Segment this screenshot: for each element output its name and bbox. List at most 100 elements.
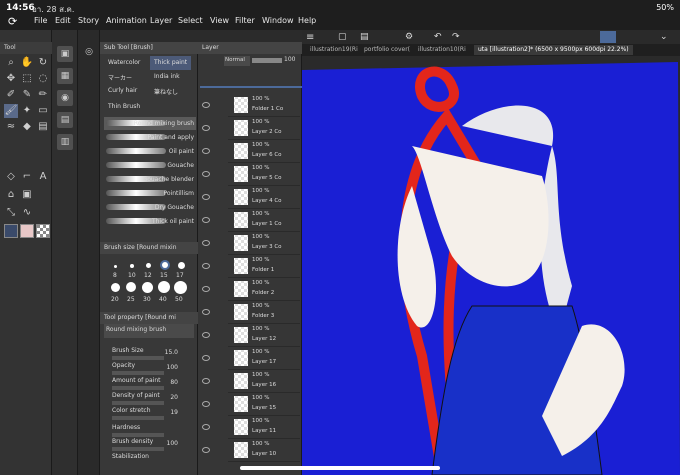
prop-color-stretch[interactable]: Color stretch 19 bbox=[112, 407, 192, 423]
color-wheel-icon[interactable]: ◉ bbox=[57, 90, 73, 106]
correct-line-icon[interactable]: ⤡ bbox=[4, 206, 18, 220]
eye-icon[interactable] bbox=[202, 263, 210, 269]
size-dot[interactable] bbox=[114, 265, 117, 268]
size-dot[interactable] bbox=[178, 262, 185, 269]
subtool-tab-marker[interactable]: マーカー bbox=[104, 70, 136, 84]
blend-icon[interactable]: ≈ bbox=[4, 120, 18, 134]
prop-opacity[interactable]: Opacity 100 bbox=[112, 362, 192, 378]
layer-row[interactable]: 100 % Folder 1 Co bbox=[228, 94, 300, 117]
doc-tab[interactable]: portfolio cover( bbox=[360, 45, 414, 55]
layer-row[interactable]: 100 % Layer 10 bbox=[228, 439, 300, 462]
eye-icon[interactable] bbox=[202, 286, 210, 292]
opacity-slider[interactable] bbox=[252, 58, 282, 63]
size-dot[interactable] bbox=[126, 282, 136, 292]
brush-thick-oil-paint[interactable]: Thick oil paint bbox=[104, 215, 196, 228]
lasso-icon[interactable]: ◌ bbox=[36, 72, 50, 86]
eye-icon[interactable] bbox=[202, 424, 210, 430]
new-icon[interactable]: ▢ bbox=[338, 32, 347, 42]
size-dot-selected[interactable] bbox=[162, 262, 168, 268]
layer-row[interactable]: 100 % Layer 16 bbox=[228, 370, 300, 393]
menu-filter[interactable]: Filter bbox=[235, 16, 255, 25]
layer-row[interactable]: 100 % Layer 5 Co bbox=[228, 163, 300, 186]
balloon-icon[interactable]: ⌂ bbox=[4, 188, 18, 202]
eye-icon[interactable] bbox=[202, 309, 210, 315]
menu-view[interactable]: View bbox=[210, 16, 229, 25]
menu-select[interactable]: Select bbox=[178, 16, 203, 25]
zoom-icon[interactable]: ⌕ bbox=[4, 56, 18, 70]
eye-icon[interactable] bbox=[202, 332, 210, 338]
doc-tab[interactable]: illustration19(Ri bbox=[306, 45, 362, 55]
layer-row[interactable]: 100 % Folder 2 bbox=[228, 278, 300, 301]
brush-paint-and-apply[interactable]: Paint and apply bbox=[104, 131, 196, 144]
airbrush-icon[interactable]: ✦ bbox=[20, 104, 34, 118]
pencil-icon[interactable]: ✏ bbox=[36, 88, 50, 102]
hand-icon[interactable]: ✋ bbox=[20, 56, 34, 70]
save-icon[interactable]: ▣ bbox=[57, 46, 73, 62]
layer-row[interactable]: 100 % Layer 2 Co bbox=[228, 117, 300, 140]
menu-file[interactable]: File bbox=[34, 16, 47, 25]
brush-oil-paint[interactable]: Oil paint bbox=[104, 145, 196, 158]
vector-icon[interactable]: ∿ bbox=[20, 206, 34, 220]
eye-icon[interactable] bbox=[202, 355, 210, 361]
figure-icon[interactable]: ◇ bbox=[4, 170, 18, 184]
stroke-icon[interactable] bbox=[600, 31, 616, 43]
menu-edit[interactable]: Edit bbox=[55, 16, 71, 25]
pen-icon[interactable]: ✎ bbox=[20, 88, 34, 102]
eye-icon[interactable] bbox=[202, 378, 210, 384]
subtool-tab-watercolor[interactable]: Watercolor bbox=[104, 56, 144, 70]
brush-gouache[interactable]: Gouache bbox=[104, 159, 196, 172]
menu-window[interactable]: Window bbox=[262, 16, 294, 25]
eye-icon[interactable] bbox=[202, 447, 210, 453]
sub-color-swatch[interactable] bbox=[20, 224, 34, 238]
eye-icon[interactable] bbox=[202, 148, 210, 154]
menu-animation[interactable]: Animation bbox=[106, 16, 147, 25]
blend-mode-select[interactable]: Normal bbox=[224, 56, 250, 66]
layer-row[interactable]: 100 % Layer 1 Co bbox=[228, 209, 300, 232]
move-icon[interactable]: ✥ bbox=[4, 72, 18, 86]
brush-icon[interactable]: 🖌 bbox=[4, 104, 18, 118]
layer-row[interactable]: 100 % Layer 4 Co bbox=[228, 186, 300, 209]
navigator-icon[interactable]: ▥ bbox=[57, 134, 73, 150]
open-icon[interactable]: ▤ bbox=[360, 32, 369, 42]
rotate-icon[interactable]: ↻ bbox=[36, 56, 50, 70]
menu-story[interactable]: Story bbox=[78, 16, 99, 25]
eye-icon[interactable] bbox=[202, 217, 210, 223]
color-set-icon[interactable]: ▦ bbox=[57, 68, 73, 84]
transparent-color-swatch[interactable] bbox=[36, 224, 50, 238]
prop-amount-of-paint[interactable]: Amount of paint 80 bbox=[112, 377, 192, 393]
eye-icon[interactable] bbox=[202, 401, 210, 407]
eye-icon[interactable] bbox=[202, 194, 210, 200]
brush-gouache-blender[interactable]: Gouache blender bbox=[104, 173, 196, 186]
material-icon[interactable]: ▤ bbox=[57, 112, 73, 128]
palette-switch-icon[interactable]: ◎ bbox=[81, 44, 97, 60]
subtool-tab-curly-hair[interactable]: Curly hair bbox=[104, 84, 141, 98]
eye-icon[interactable] bbox=[202, 125, 210, 131]
frame-icon[interactable]: ▣ bbox=[20, 188, 34, 202]
app-logo-icon[interactable]: ⟳ bbox=[8, 15, 22, 28]
layer-row[interactable]: 100 % Layer 11 bbox=[228, 416, 300, 439]
layer-row[interactable]: 100 % Layer 6 Co bbox=[228, 140, 300, 163]
subtool-tab-fude[interactable]: 筆ねなし bbox=[150, 84, 182, 98]
brush-round-mixing[interactable]: Round mixing brush bbox=[104, 117, 196, 130]
fill-icon[interactable]: ◆ bbox=[20, 120, 34, 134]
subtool-tab-thick-paint[interactable]: Thick paint bbox=[150, 56, 192, 70]
ruler-icon[interactable]: ⌐ bbox=[20, 170, 34, 184]
subtool-tab-india-ink[interactable]: India ink bbox=[150, 70, 184, 84]
menu-layer[interactable]: Layer bbox=[150, 16, 172, 25]
size-dot[interactable] bbox=[130, 264, 134, 268]
layer-row[interactable]: 100 % Folder 1 bbox=[228, 255, 300, 278]
eraser-icon[interactable]: ▭ bbox=[36, 104, 50, 118]
settings-icon[interactable]: ⚙ bbox=[405, 32, 413, 42]
gradient-icon[interactable]: ▤ bbox=[36, 120, 50, 134]
layer-row[interactable]: 100 % Layer 17 bbox=[228, 347, 300, 370]
eyedropper-icon[interactable]: ✐ bbox=[4, 88, 18, 102]
size-dot[interactable] bbox=[158, 281, 170, 293]
brush-dry-gouache[interactable]: Dry Gouache bbox=[104, 201, 196, 214]
brush-pointillism[interactable]: Pointillism bbox=[104, 187, 196, 200]
menu-icon[interactable]: ≡ bbox=[306, 32, 314, 43]
size-dot[interactable] bbox=[142, 282, 153, 293]
select-icon[interactable]: ⬚ bbox=[20, 72, 34, 86]
prop-density-of-paint[interactable]: Density of paint 20 bbox=[112, 392, 192, 408]
size-dot[interactable] bbox=[146, 263, 151, 268]
doc-tab[interactable]: illustration10(Ri bbox=[414, 45, 470, 55]
